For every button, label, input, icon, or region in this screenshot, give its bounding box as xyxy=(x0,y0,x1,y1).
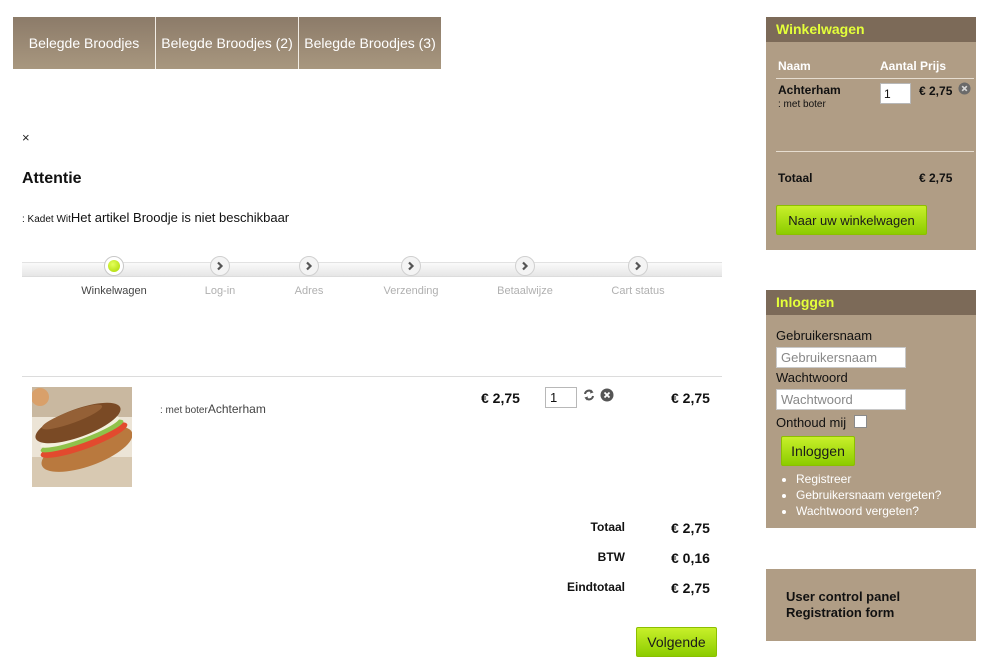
chevron-right-icon xyxy=(515,256,535,276)
alert-message: : Kadet WitHet artikel Broodje is niet b… xyxy=(22,210,289,225)
remember-me-checkbox[interactable] xyxy=(854,415,867,428)
go-to-cart-button[interactable]: Naar uw winkelwagen xyxy=(776,205,927,235)
step-betaalwijze[interactable]: Betaalwijze xyxy=(470,256,580,297)
user-control-panel-link[interactable]: User control panel xyxy=(786,589,956,605)
product-divider xyxy=(22,376,722,377)
login-box-title: Inloggen xyxy=(766,290,976,315)
totals-label-totaal: Totaal xyxy=(590,520,625,534)
step-active-dot-icon xyxy=(104,256,124,276)
totals-label-eindtotaal: Eindtotaal xyxy=(566,580,625,594)
product-description: : met boterAchterham xyxy=(160,401,266,416)
step-label: Cart status xyxy=(611,285,665,297)
password-input[interactable] xyxy=(776,389,906,410)
product-option: : met boter xyxy=(160,405,208,416)
totals-label-btw: BTW xyxy=(597,550,625,564)
alert-close-icon[interactable]: × xyxy=(22,130,30,145)
remove-icon[interactable] xyxy=(600,388,614,402)
cart-header-divider xyxy=(776,78,974,79)
cart-col-price: Prijs xyxy=(920,59,947,73)
cart-item-price: € 2,75 xyxy=(919,84,953,98)
totals-value-btw: € 0,16 xyxy=(671,550,710,566)
cart-box-title: Winkelwagen xyxy=(766,17,976,42)
cart-col-quantity: Aantal xyxy=(880,59,917,73)
step-cart-status[interactable]: Cart status xyxy=(583,256,693,297)
sidebar-cart-box: Winkelwagen Naam Aantal Prijs Achterham … xyxy=(766,17,976,250)
step-label: Winkelwagen xyxy=(81,285,147,297)
product-line-total: € 2,75 xyxy=(671,390,710,406)
totals-value-totaal: € 2,75 xyxy=(671,520,710,536)
cart-item-name: Achterham xyxy=(778,83,841,97)
sidebar-user-panel-box: User control panel Registration form xyxy=(766,569,976,641)
product-price: € 2,75 xyxy=(481,390,520,406)
remember-me-label: Onthoud mij xyxy=(776,415,847,430)
alert-text: Het artikel Broodje is niet beschikbaar xyxy=(70,210,290,225)
alert-title: Attentie xyxy=(22,170,82,187)
chevron-right-icon xyxy=(299,256,319,276)
step-label: Verzending xyxy=(383,285,439,297)
cart-total-divider xyxy=(776,151,974,152)
tab-belegde-broodjes-3[interactable]: Belegde Broodjes (3) xyxy=(299,17,441,69)
username-label: Gebruikersnaam xyxy=(776,328,873,343)
login-button[interactable]: Inloggen xyxy=(781,436,855,466)
alert-prefix: : Kadet Wit xyxy=(22,214,71,225)
step-verzending[interactable]: Verzending xyxy=(356,256,466,297)
tab-belegde-broodjes[interactable]: Belegde Broodjes xyxy=(13,17,156,69)
product-image[interactable] xyxy=(32,387,132,487)
step-winkelwagen[interactable]: Winkelwagen xyxy=(59,256,169,297)
cart-remove-icon[interactable] xyxy=(958,82,971,95)
chevron-right-icon xyxy=(210,256,230,276)
cart-total-value: € 2,75 xyxy=(919,171,953,185)
registration-form-link[interactable]: Registration form xyxy=(786,605,956,621)
chevron-right-icon xyxy=(401,256,421,276)
register-link[interactable]: Registreer xyxy=(796,472,941,486)
product-quantity-input[interactable] xyxy=(545,387,577,408)
chevron-right-icon xyxy=(628,256,648,276)
step-adres[interactable]: Adres xyxy=(254,256,364,297)
forgot-username-link[interactable]: Gebruikersnaam vergeten? xyxy=(796,488,941,502)
refresh-icon[interactable] xyxy=(582,388,596,402)
product-name: Achterham xyxy=(207,402,266,416)
next-button[interactable]: Volgende xyxy=(636,627,717,657)
cart-item-quantity-input[interactable] xyxy=(880,83,911,104)
username-input[interactable] xyxy=(776,347,906,368)
totals-value-eindtotaal: € 2,75 xyxy=(671,580,710,596)
cart-item-option: : met boter xyxy=(778,99,826,110)
forgot-password-link[interactable]: Wachtwoord vergeten? xyxy=(796,504,941,518)
cart-total-label: Totaal xyxy=(778,171,813,185)
step-label: Betaalwijze xyxy=(497,285,553,297)
category-tabs: Belegde Broodjes Belegde Broodjes (2) Be… xyxy=(13,17,441,69)
cart-col-name: Naam xyxy=(778,59,811,73)
tab-belegde-broodjes-2[interactable]: Belegde Broodjes (2) xyxy=(156,17,299,69)
login-links: Registreer Gebruikersnaam vergeten? Wach… xyxy=(796,472,941,520)
password-label: Wachtwoord xyxy=(776,370,848,385)
sidebar-login-box: Inloggen Gebruikersnaam Wachtwoord Ontho… xyxy=(766,290,976,528)
step-label: Adres xyxy=(294,285,324,297)
